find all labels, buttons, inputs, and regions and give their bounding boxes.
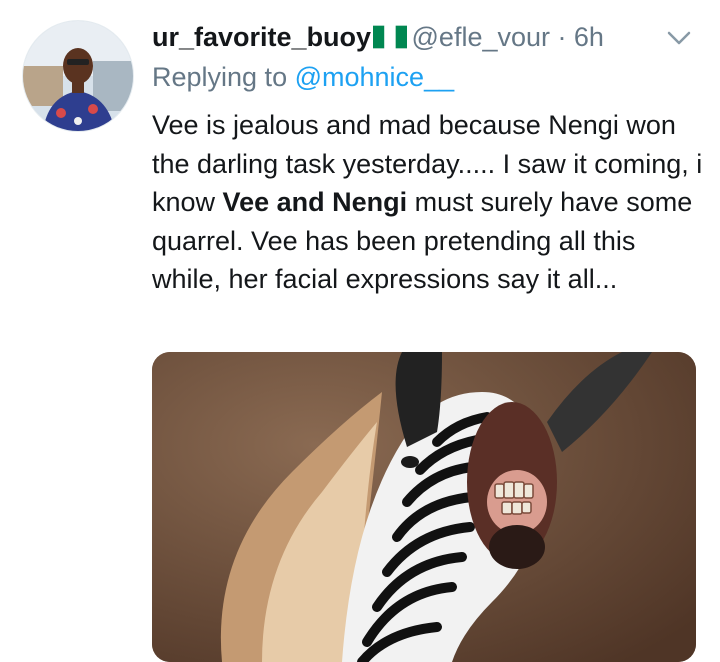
chevron-down-icon[interactable] — [664, 26, 694, 50]
zebra-photo — [152, 352, 696, 662]
separator-dot: · — [557, 22, 567, 52]
replying-to-prefix: Replying to — [152, 62, 288, 92]
tweet-header: ur_favorite_buoy @efle_vour · 6h — [152, 22, 700, 58]
tweet-text-bold: Vee and Nengi — [222, 187, 408, 217]
display-name[interactable]: ur_favorite_buoy — [152, 22, 371, 52]
avatar[interactable] — [22, 20, 134, 132]
replying-to-line: Replying to @mohnice__ — [152, 62, 454, 93]
nigeria-flag-icon — [373, 25, 408, 49]
tweet-image[interactable] — [152, 352, 696, 662]
user-handle[interactable]: @efle_vour — [412, 22, 550, 52]
replying-to-mention[interactable]: @mohnice__ — [295, 62, 455, 92]
timestamp[interactable]: 6h — [574, 22, 604, 52]
avatar-photo — [23, 21, 133, 131]
tweet-text: Vee is jealous and mad because Nengi won… — [152, 106, 707, 299]
